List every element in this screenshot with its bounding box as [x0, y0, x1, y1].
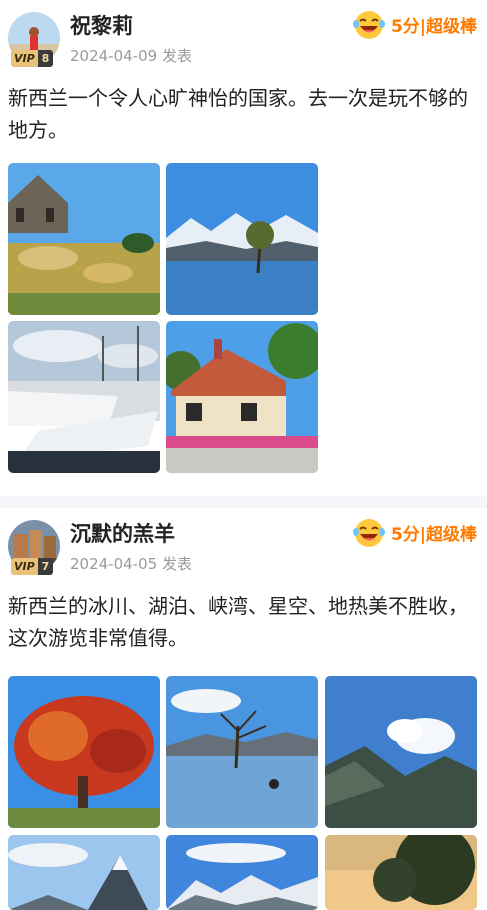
rating-score: 5分 [390, 16, 420, 37]
photo-stone-church[interactable] [8, 163, 160, 315]
rating-score: 5分 [390, 524, 420, 545]
photo-tree-silhouette[interactable] [325, 835, 477, 910]
date-value: 2024-04-05 [70, 555, 158, 573]
post-divider [0, 496, 487, 508]
rating: 5分 |超级棒 [351, 8, 477, 40]
vip-badge: VIP 8 [11, 50, 54, 67]
vip-badge: VIP 7 [11, 558, 54, 575]
photo-lone-tree-lake[interactable] [166, 676, 318, 828]
username[interactable]: 祝黎莉 [70, 10, 133, 40]
laughing-face-icon [352, 519, 385, 547]
photo-heritage-cottage[interactable] [166, 321, 318, 473]
post-date: 2024-04-05 发表 [70, 553, 192, 574]
rating: 5分 |超级棒 [351, 516, 477, 548]
laughing-face-icon [352, 11, 385, 39]
rating-label: |超级棒 [419, 16, 477, 37]
review-card: VIP 7 沉默的羔羊 2024-04-05 发表 5分 |超级棒 新西兰的冰川… [0, 508, 487, 910]
review-card: VIP 8 祝黎莉 2024-04-09 发表 5分 |超级棒 新西兰一个令人心… [0, 0, 487, 496]
date-suffix: 发表 [161, 555, 192, 573]
post-date: 2024-04-09 发表 [70, 45, 192, 66]
date-value: 2024-04-09 [70, 47, 158, 65]
photo-lone-tree-lake[interactable] [166, 163, 318, 315]
photo-autumn-tree[interactable] [8, 676, 160, 828]
vip-level: 8 [37, 50, 54, 67]
review-text: 新西兰一个令人心旷神怡的国家。去一次是玩不够的地方。 [8, 86, 468, 142]
photo-marina-yachts[interactable] [8, 321, 160, 473]
username[interactable]: 沉默的羔羊 [70, 518, 175, 548]
photo-mitre-peak[interactable] [8, 835, 160, 910]
vip-label: VIP [11, 50, 38, 67]
rating-label: |超级棒 [419, 524, 477, 545]
date-suffix: 发表 [161, 47, 192, 65]
vip-label: VIP [11, 558, 38, 575]
photo-fiord-clouds[interactable] [325, 676, 477, 828]
vip-level: 7 [37, 558, 54, 575]
photo-snowy-range[interactable] [166, 835, 318, 910]
review-text: 新西兰的冰川、湖泊、峡湾、星空、地热美不胜收，这次游览非常值得。 [8, 594, 468, 650]
